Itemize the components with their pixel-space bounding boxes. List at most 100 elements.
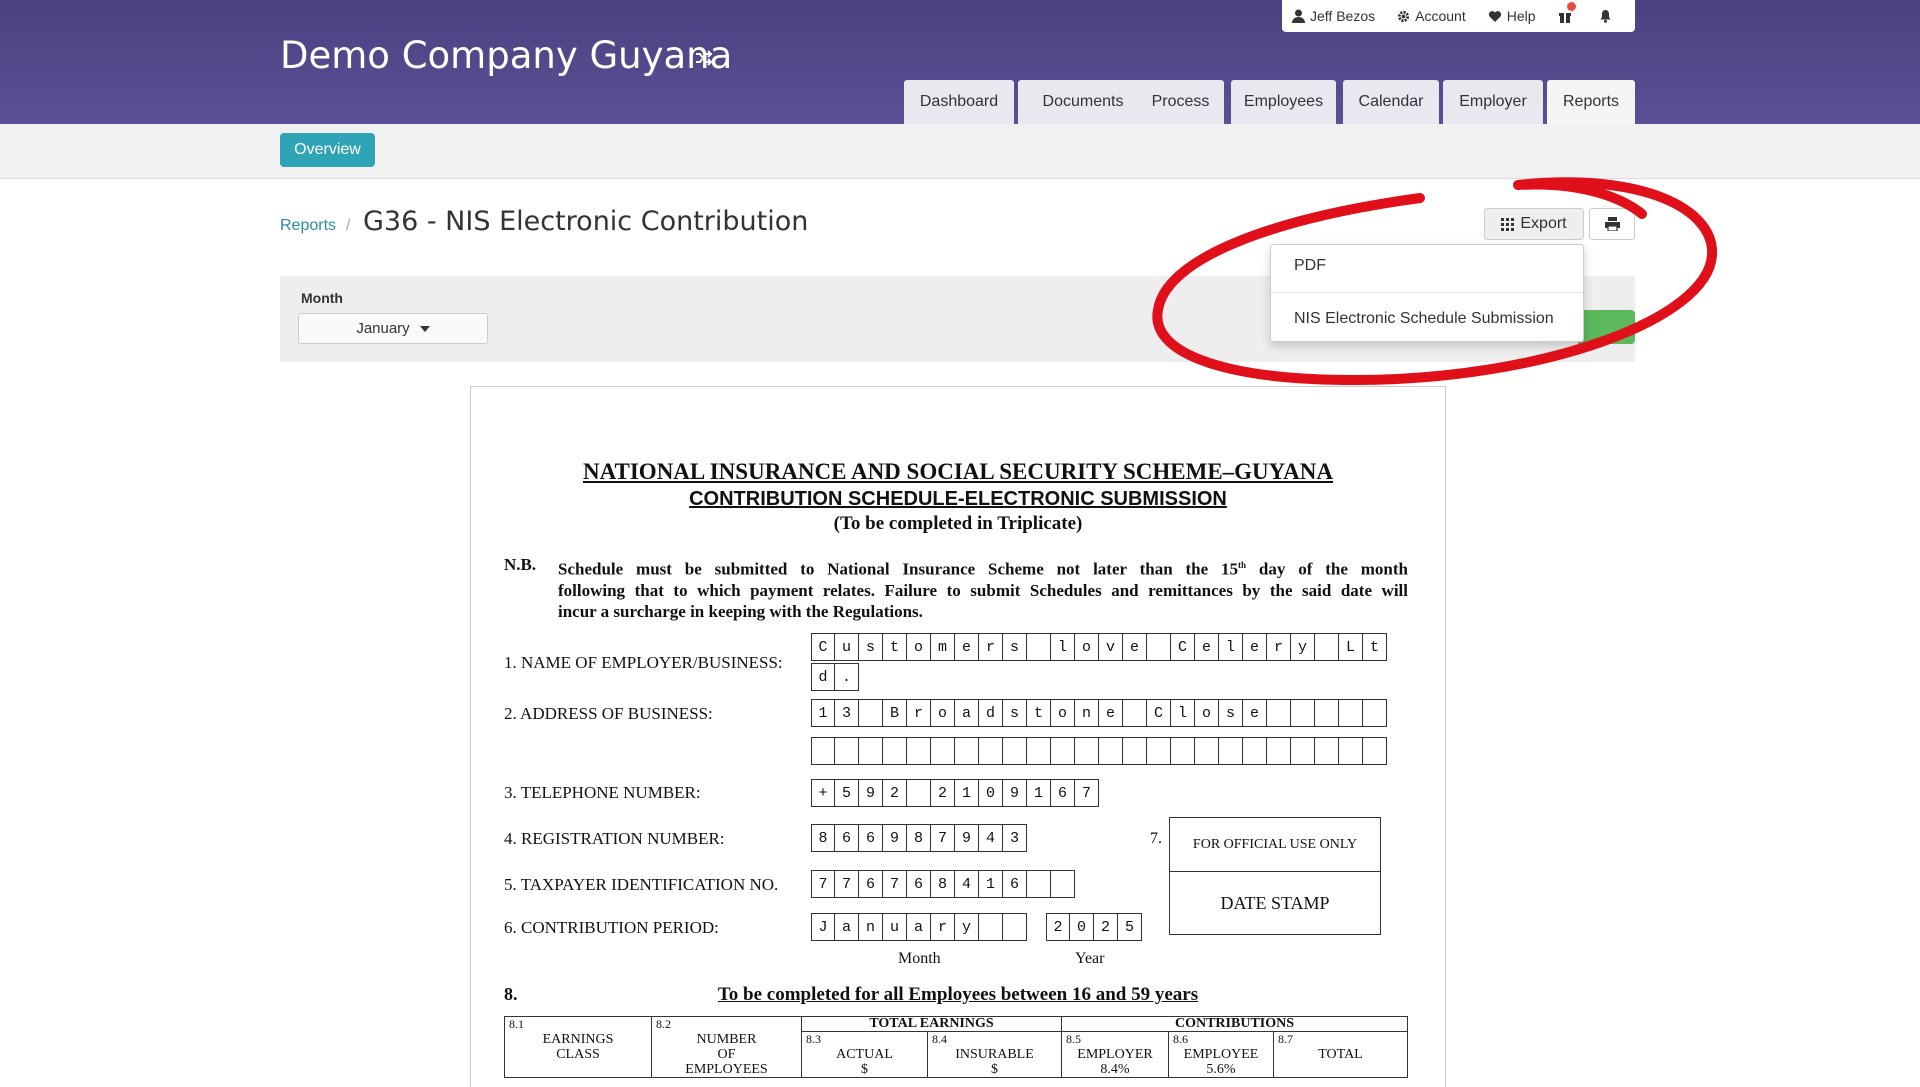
char-box (1315, 737, 1339, 765)
gift-button[interactable] (1558, 2, 1577, 23)
char-box: L (1339, 633, 1363, 661)
user-toolbar: Jeff Bezos Account Help (1282, 0, 1635, 32)
char-box: d (811, 663, 835, 691)
col-earnings-class: 8.1 EARNINGS CLASS (504, 1016, 652, 1078)
char-box (811, 737, 835, 765)
tab-process[interactable]: Process (1137, 80, 1224, 124)
char-box: r (1267, 633, 1291, 661)
char-box: l (1171, 699, 1195, 727)
export-button[interactable]: Export (1484, 208, 1584, 240)
breadcrumb-separator: / (346, 217, 351, 234)
account-menu[interactable]: Account (1397, 8, 1466, 24)
help-menu[interactable]: Help (1488, 8, 1536, 24)
registration-boxes: 866987943 (811, 824, 1027, 852)
char-box (1003, 913, 1027, 941)
month-value: January (356, 320, 410, 337)
tab-reports[interactable]: Reports (1547, 80, 1635, 124)
char-box: e (1123, 633, 1147, 661)
char-box: e (1243, 699, 1267, 727)
notifications-button[interactable] (1599, 9, 1617, 23)
char-box: C (1147, 699, 1171, 727)
char-box (907, 779, 931, 807)
g36-document: NATIONAL INSURANCE AND SOCIAL SECURITY S… (470, 386, 1446, 1087)
col-label-1: INSURABLE (955, 1047, 1034, 1062)
col-label-2: OF (717, 1047, 736, 1062)
char-box: o (931, 699, 955, 727)
tab-employees[interactable]: Employees (1231, 80, 1336, 124)
total-earnings-header: TOTAL EARNINGS (801, 1016, 1062, 1032)
char-box (835, 737, 859, 765)
user-menu[interactable]: Jeff Bezos (1292, 8, 1375, 24)
char-box (1243, 737, 1267, 765)
registration-label: 4. REGISTRATION NUMBER: (504, 829, 725, 848)
char-box (1027, 633, 1051, 661)
col-label-2: $ (861, 1062, 868, 1077)
char-box (979, 913, 1003, 941)
nb-text: Schedule must be submitted to National I… (558, 555, 1408, 622)
page-title: G36 - NIS Electronic Contribution (363, 206, 809, 237)
tab-calendar[interactable]: Calendar (1343, 80, 1439, 124)
char-box (1051, 870, 1075, 898)
taxpayer-label: 5. TAXPAYER IDENTIFICATION NO. (504, 875, 779, 894)
switch-company-icon[interactable] (695, 46, 713, 72)
telephone-boxes: +5 9 2 2109167 (811, 779, 1099, 807)
char-box: o (1051, 699, 1075, 727)
breadcrumb-reports[interactable]: Reports (280, 217, 336, 235)
char-box: 9 (859, 779, 883, 807)
month-caption: Month (898, 950, 941, 967)
char-box (1051, 737, 1075, 765)
char-box: n (859, 913, 883, 941)
char-box: e (1195, 633, 1219, 661)
char-box: 6 (835, 824, 859, 852)
col-label-1: EARNINGS (542, 1032, 614, 1047)
char-box: s (1003, 633, 1027, 661)
char-box (859, 699, 883, 727)
tab-dashboard[interactable]: Dashboard (904, 80, 1014, 124)
char-box (859, 737, 883, 765)
char-box: 8 (907, 824, 931, 852)
col-label-2: 8.4% (1100, 1062, 1130, 1077)
char-box (1315, 699, 1339, 727)
char-box: o (1195, 699, 1219, 727)
menu-item-pdf[interactable]: PDF (1294, 257, 1326, 275)
menu-item-nis-electronic-schedule-submission[interactable]: NIS Electronic Schedule Submission (1294, 310, 1554, 328)
char-box: 1 (979, 870, 1003, 898)
print-button[interactable] (1589, 208, 1635, 240)
gift-icon (1558, 13, 1571, 23)
char-box: 7 (883, 870, 907, 898)
field-7-number: 7. (1150, 830, 1162, 847)
char-box: 2 (883, 779, 907, 807)
char-box: 9 (883, 824, 907, 852)
char-box: y (955, 913, 979, 941)
company-name[interactable]: Demo Company Guyana (280, 34, 732, 77)
month-select[interactable]: January (298, 313, 488, 344)
col-employee: 8.6 EMPLOYEE 5.6% (1168, 1031, 1274, 1078)
char-box: r (907, 699, 931, 727)
char-box: 2 (1046, 913, 1070, 941)
col-label-2: CLASS (556, 1047, 600, 1062)
official-use-box: FOR OFFICIAL USE ONLY DATE STAMP (1169, 817, 1381, 935)
document-title: NATIONAL INSURANCE AND SOCIAL SECURITY S… (583, 459, 1333, 484)
employer-name-label: 1. NAME OF EMPLOYER/BUSINESS: (504, 653, 783, 672)
char-box: u (883, 913, 907, 941)
char-box: n (1075, 699, 1099, 727)
overview-button[interactable]: Overview (280, 133, 375, 167)
contribution-period-label: 6. CONTRIBUTION PERIOD: (504, 918, 719, 937)
char-box (1195, 737, 1219, 765)
notification-dot (1566, 2, 1576, 11)
char-box (1075, 737, 1099, 765)
apply-button[interactable] (1578, 310, 1635, 344)
char-box: 8 (811, 824, 835, 852)
tab-employer[interactable]: Employer (1443, 80, 1543, 124)
tab-documents[interactable]: Documents (1018, 80, 1148, 124)
contributions-header: CONTRIBUTIONS (1061, 1016, 1408, 1032)
char-box: 0 (1070, 913, 1094, 941)
char-box (1315, 633, 1339, 661)
char-box: o (1075, 633, 1099, 661)
app-header: Demo Company Guyana Jeff Bezos Account H… (0, 0, 1920, 124)
col-employer: 8.5 EMPLOYER 8.4% (1061, 1031, 1169, 1078)
section-8-title: To be completed for all Employees betwee… (717, 984, 1199, 1005)
nb-text-part-2: day of the month (1246, 559, 1408, 579)
char-box: 9 (1003, 779, 1027, 807)
char-box (883, 737, 907, 765)
